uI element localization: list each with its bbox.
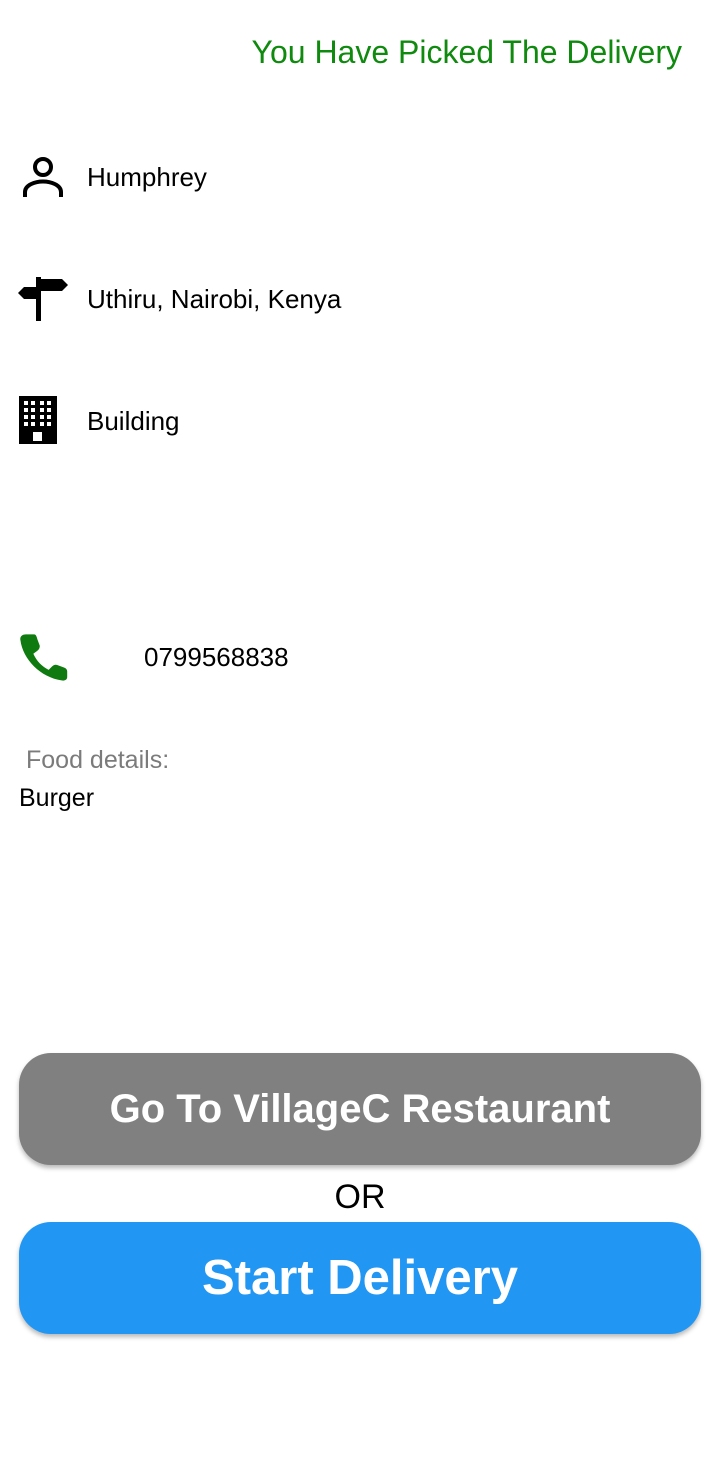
food-details-value: Burger	[19, 784, 95, 812]
go-to-restaurant-button[interactable]: Go To VillageC Restaurant	[19, 1053, 701, 1165]
customer-name-row: Humphrey	[18, 152, 207, 202]
phone-row[interactable]: 0799568838	[18, 632, 289, 682]
phone-number[interactable]: 0799568838	[144, 642, 289, 673]
delivery-address: Uthiru, Nairobi, Kenya	[87, 283, 342, 314]
signpost-icon	[18, 274, 68, 324]
building-row: Building	[18, 396, 180, 446]
person-icon	[18, 152, 68, 202]
phone-icon[interactable]	[18, 632, 68, 682]
delivery-status-title: You Have Picked The Delivery	[251, 34, 682, 70]
customer-name: Humphrey	[87, 161, 207, 192]
building-name: Building	[87, 405, 180, 436]
building-icon	[18, 396, 68, 446]
start-delivery-button[interactable]: Start Delivery	[19, 1222, 701, 1334]
or-separator: OR	[334, 1178, 386, 1216]
food-details-label: Food details:	[26, 746, 170, 774]
address-row: Uthiru, Nairobi, Kenya	[18, 274, 341, 324]
